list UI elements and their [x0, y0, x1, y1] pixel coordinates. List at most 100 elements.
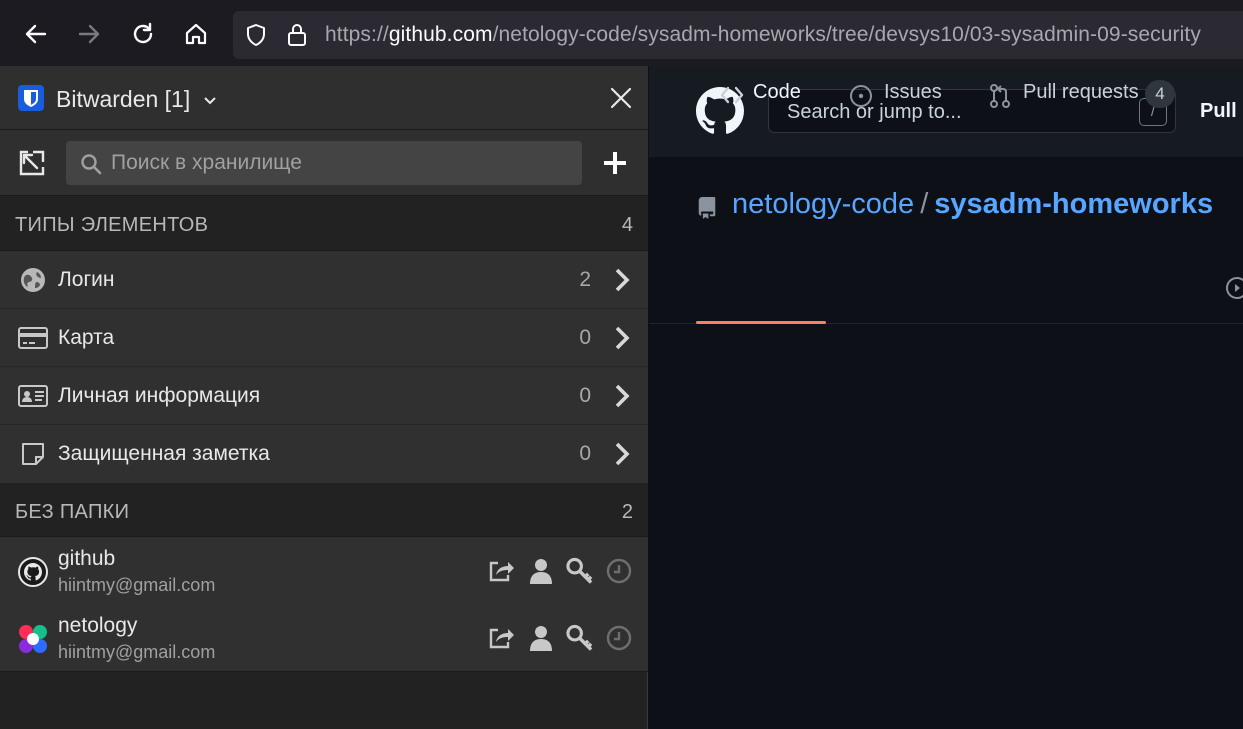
browser-toolbar: https://github.com/netology-code/sysadm-… — [0, 0, 1243, 66]
pull-request-icon — [990, 84, 1010, 108]
vault-item-netology[interactable]: netology hiintmy@gmail.com — [0, 604, 648, 671]
type-row-login[interactable]: Логин 2 — [0, 251, 648, 309]
reload-button[interactable] — [125, 16, 161, 52]
bitwarden-sidebar: Bitwarden [1] Поиск в хранилище ТИПЫ ЭЛЕ… — [0, 66, 648, 729]
chevron-right-icon — [615, 326, 630, 350]
repo-owner-link[interactable]: netology-code — [732, 188, 914, 220]
vault-search-input[interactable]: Поиск в хранилище — [66, 141, 582, 185]
tab-issues-label: Issues — [884, 81, 942, 103]
forward-button[interactable] — [71, 16, 107, 52]
nav-pull-requests[interactable]: Pull r — [1200, 100, 1243, 123]
tab-issues[interactable]: Issues — [849, 66, 949, 129]
sidebar-toolbar: Поиск в хранилище — [0, 130, 648, 196]
arrow-left-icon — [25, 24, 47, 44]
vault-item-username: hiintmy@gmail.com — [58, 575, 216, 595]
arrow-right-icon — [78, 24, 100, 44]
vault-item-username: hiintmy@gmail.com — [58, 642, 216, 662]
repo-breadcrumb: netology-code / sysadm-homeworks — [696, 188, 1213, 221]
type-row-secure-note[interactable]: Защищенная заметка 0 — [0, 425, 648, 483]
copy-username-button[interactable] — [527, 624, 554, 651]
popout-button[interactable] — [16, 147, 48, 179]
netology-favicon — [17, 623, 49, 655]
copy-password-button[interactable] — [566, 557, 593, 584]
globe-icon — [18, 267, 48, 293]
url-bar[interactable]: https://github.com/netology-code/sysadm-… — [233, 11, 1243, 59]
vault-item-actions — [488, 624, 632, 651]
popout-icon — [19, 150, 45, 176]
share-icon — [489, 561, 514, 582]
repo-separator: / — [920, 188, 929, 220]
tab-code-label: Code — [753, 81, 801, 103]
tab-more-icon[interactable] — [1225, 276, 1243, 300]
types-section-count: 4 — [621, 214, 633, 236]
note-icon — [18, 441, 48, 467]
clock-icon — [606, 558, 631, 583]
chevron-right-icon — [615, 268, 630, 292]
github-favicon — [17, 556, 49, 588]
launch-button[interactable] — [488, 557, 515, 584]
tab-pull-requests-label: Pull requests — [1023, 81, 1139, 103]
type-label: Защищенная заметка — [58, 442, 270, 465]
credit-card-icon — [18, 325, 48, 351]
close-icon — [610, 87, 632, 109]
key-icon — [566, 624, 593, 651]
code-icon — [720, 86, 744, 104]
pull-requests-counter: 4 — [1145, 80, 1175, 108]
reload-icon — [133, 22, 153, 44]
type-label: Карта — [58, 326, 115, 349]
github-page: Search or jump to... / Pull r netology-c… — [649, 66, 1243, 729]
active-tab-underline — [696, 321, 826, 324]
close-sidebar-button[interactable] — [606, 83, 636, 113]
type-count: 0 — [579, 326, 591, 349]
chevron-down-icon — [203, 97, 216, 105]
folder-section-count: 2 — [621, 501, 633, 523]
user-icon — [529, 625, 552, 651]
vault-item-name: netology — [58, 614, 138, 637]
lock-icon — [288, 24, 306, 46]
url-text: https://github.com/netology-code/sysadm-… — [325, 23, 1201, 47]
id-card-icon — [18, 383, 48, 409]
url-domain: github.com — [388, 23, 493, 46]
search-placeholder: Поиск в хранилище — [111, 151, 302, 174]
copy-password-button[interactable] — [566, 624, 593, 651]
key-icon — [566, 557, 593, 584]
tab-code[interactable]: Code — [720, 66, 826, 129]
chevron-right-icon — [615, 384, 630, 408]
back-button[interactable] — [18, 16, 54, 52]
tab-pull-requests[interactable]: Pull requests 4 — [989, 66, 1179, 129]
bitwarden-logo-icon — [18, 85, 44, 111]
copy-totp-button[interactable] — [605, 624, 632, 651]
item-type-list: Логин 2 Карта 0 Личная информация 0 Защи… — [0, 250, 648, 484]
type-count: 0 — [579, 442, 591, 465]
repo-name-link[interactable]: sysadm-homeworks — [934, 188, 1213, 220]
home-button[interactable] — [178, 16, 214, 52]
type-row-card[interactable]: Карта 0 — [0, 309, 648, 367]
repo-icon — [698, 197, 716, 219]
type-label: Логин — [58, 268, 115, 291]
clock-icon — [606, 625, 631, 650]
folder-section-header: БЕЗ ПАПКИ 2 — [0, 483, 648, 537]
shield-icon — [247, 24, 265, 46]
sidebar-title[interactable]: Bitwarden [1] — [56, 86, 217, 113]
vault-item-github[interactable]: github hiintmy@gmail.com — [0, 537, 648, 604]
search-icon — [81, 154, 102, 175]
issue-icon — [850, 85, 872, 107]
share-icon — [489, 628, 514, 649]
type-row-identity[interactable]: Личная информация 0 — [0, 367, 648, 425]
launch-button[interactable] — [488, 624, 515, 651]
folder-section-title: БЕЗ ПАПКИ — [15, 501, 130, 523]
types-section-header: ТИПЫ ЭЛЕМЕНТОВ 4 — [0, 196, 648, 250]
user-icon — [529, 558, 552, 584]
type-count: 2 — [579, 268, 591, 291]
types-section-title: ТИПЫ ЭЛЕМЕНТОВ — [15, 214, 209, 236]
type-label: Личная информация — [58, 384, 261, 407]
vault-item-list: github hiintmy@gmail.com netology hiintm… — [0, 536, 648, 672]
copy-username-button[interactable] — [527, 557, 554, 584]
copy-totp-button[interactable] — [605, 557, 632, 584]
url-prefix: https:// — [325, 23, 389, 46]
type-count: 0 — [579, 384, 591, 407]
url-path: /netology-code/sysadm-homeworks/tree/dev… — [492, 23, 1201, 46]
add-item-button[interactable] — [601, 149, 629, 177]
vault-item-name: github — [58, 547, 116, 570]
plus-icon — [604, 152, 626, 174]
